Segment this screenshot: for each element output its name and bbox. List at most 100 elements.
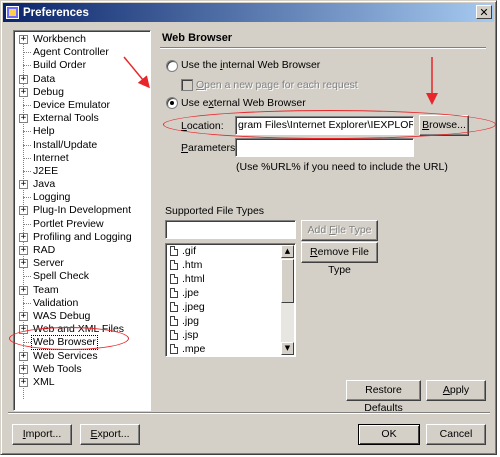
- tree-item-validation[interactable]: Validation: [14, 297, 150, 310]
- parameters-input[interactable]: [235, 138, 414, 157]
- expand-plus-icon[interactable]: +: [19, 377, 28, 387]
- file-type-label: .html: [182, 273, 205, 285]
- file-icon: [170, 302, 178, 312]
- tree-item-data[interactable]: + Data: [14, 73, 150, 86]
- tree-item-label: Portlet Preview: [33, 217, 104, 230]
- tree-item-rad[interactable]: + RAD: [14, 244, 150, 257]
- file-type-label: .mpe: [182, 343, 206, 355]
- tree-item-label: Help: [33, 125, 55, 138]
- page-title: Web Browser: [162, 32, 233, 44]
- tree-item-spell-check[interactable]: Spell Check: [14, 270, 150, 283]
- add-file-type-button[interactable]: Add File Type: [301, 220, 378, 241]
- file-types-items: .gif .htm .html .jpe .jpeg .jpg .jsp .mpe: [166, 244, 295, 356]
- file-type-item[interactable]: .jpeg: [166, 300, 295, 314]
- expand-plus-icon[interactable]: +: [19, 87, 28, 97]
- tree-item-team[interactable]: + Team: [14, 284, 150, 297]
- scroll-down-arrow-icon[interactable]: ▼: [281, 342, 294, 355]
- tree-connector: [23, 104, 31, 106]
- tree-item-debug[interactable]: + Debug: [14, 86, 150, 99]
- tree-item-label: Agent Controller: [33, 46, 109, 59]
- new-file-type-input[interactable]: [165, 220, 296, 239]
- tree-item-profiling-and-logging[interactable]: + Profiling and Logging: [14, 231, 150, 244]
- file-type-item[interactable]: .gif: [166, 244, 295, 258]
- file-icon: [170, 316, 178, 326]
- tree-item-java[interactable]: + Java: [14, 178, 150, 191]
- tree-item-label: Internet: [33, 151, 69, 164]
- tree-item-device-emulator[interactable]: Device Emulator: [14, 99, 150, 112]
- tree-connector: [23, 197, 31, 199]
- expand-plus-icon[interactable]: +: [19, 232, 28, 242]
- external-browser-radio[interactable]: [166, 97, 178, 109]
- remove-file-type-button[interactable]: Remove File Type: [301, 242, 378, 276]
- tree-item-server[interactable]: + Server: [14, 257, 150, 270]
- file-type-item[interactable]: .jpe: [166, 286, 295, 300]
- internal-browser-label[interactable]: Use the internal Web Browser: [181, 59, 320, 71]
- file-type-item[interactable]: .htm: [166, 258, 295, 272]
- tree-connector: [23, 65, 31, 67]
- tree-item-agent-controller[interactable]: Agent Controller: [14, 46, 150, 59]
- tree-item-label: J2EE: [33, 164, 59, 177]
- tree-item-label: Validation: [33, 296, 79, 309]
- url-hint-text: (Use %URL% if you need to include the UR…: [236, 161, 448, 173]
- import-button[interactable]: Import...: [12, 424, 72, 445]
- tree-item-was-debug[interactable]: + WAS Debug: [14, 310, 150, 323]
- export-button[interactable]: Export...: [80, 424, 140, 445]
- tree-item-web-services[interactable]: + Web Services: [14, 350, 150, 363]
- new-page-checkbox[interactable]: [181, 79, 193, 91]
- tree-connector: [23, 52, 31, 54]
- internal-browser-radio[interactable]: [166, 60, 178, 72]
- tree-item-label: Spell Check: [33, 270, 90, 283]
- apply-button[interactable]: Apply: [426, 380, 486, 401]
- tree-item-logging[interactable]: Logging: [14, 191, 150, 204]
- expand-plus-icon[interactable]: +: [19, 74, 28, 84]
- file-type-item[interactable]: .jsp: [166, 328, 295, 342]
- file-types-list[interactable]: .gif .htm .html .jpe .jpeg .jpg .jsp .mpe ▲ ▼: [165, 243, 296, 357]
- tree-item-workbench[interactable]: + Workbench: [14, 33, 150, 46]
- tree-connector: [23, 302, 31, 304]
- tree-item-xml[interactable]: + XML: [14, 376, 150, 389]
- expand-plus-icon[interactable]: +: [19, 246, 28, 255]
- tree-item-install-update[interactable]: Install/Update: [14, 139, 150, 152]
- ok-button[interactable]: OK: [358, 424, 420, 445]
- expand-plus-icon[interactable]: +: [19, 35, 28, 44]
- list-scrollbar[interactable]: ▲ ▼: [281, 245, 294, 355]
- tree-item-j2ee[interactable]: J2EE: [14, 165, 150, 178]
- supported-file-types-label: Supported File Types: [165, 205, 265, 217]
- preferences-app-icon: [6, 6, 19, 19]
- expand-plus-icon[interactable]: +: [19, 180, 28, 190]
- title-bar[interactable]: Preferences ✕: [3, 3, 494, 22]
- tree-item-external-tools[interactable]: + External Tools: [14, 112, 150, 125]
- tree-item-plug-in-development[interactable]: + Plug-In Development: [14, 204, 150, 217]
- expand-plus-icon[interactable]: +: [19, 285, 28, 295]
- tree-item-label: Debug: [33, 85, 64, 98]
- file-type-item[interactable]: .html: [166, 272, 295, 286]
- file-type-item[interactable]: .jpg: [166, 314, 295, 328]
- footer-separator: [8, 412, 490, 414]
- tree-item-label: Build Order: [33, 59, 87, 72]
- restore-defaults-button[interactable]: Restore Defaults: [346, 380, 421, 414]
- tree-item-label: Profiling and Logging: [33, 230, 132, 243]
- file-type-item[interactable]: .mpe: [166, 342, 295, 356]
- tree-item-portlet-preview[interactable]: Portlet Preview: [14, 218, 150, 231]
- tree-item-label: External Tools: [33, 112, 99, 125]
- tree-item-label: Data: [33, 72, 56, 85]
- tree-item-internet[interactable]: Internet: [14, 152, 150, 165]
- file-type-label: .gif: [182, 245, 197, 257]
- tree-item-build-order[interactable]: Build Order: [14, 59, 150, 72]
- preferences-tree[interactable]: + Workbench Agent Controller Build Order + Da…: [13, 30, 151, 411]
- expand-plus-icon[interactable]: +: [19, 311, 28, 321]
- expand-plus-icon[interactable]: +: [19, 206, 28, 216]
- cancel-button[interactable]: Cancel: [426, 424, 486, 445]
- expand-plus-icon[interactable]: +: [19, 114, 28, 124]
- scroll-up-arrow-icon[interactable]: ▲: [281, 245, 294, 258]
- file-type-label: .htm: [182, 259, 203, 271]
- close-button[interactable]: ✕: [476, 5, 492, 19]
- location-highlight-ellipse: [163, 110, 496, 139]
- scroll-thumb[interactable]: [281, 259, 294, 303]
- expand-plus-icon[interactable]: +: [19, 259, 28, 269]
- tree-item-help[interactable]: Help: [14, 125, 150, 138]
- tree-item-web-tools[interactable]: + Web Tools: [14, 363, 150, 376]
- expand-plus-icon[interactable]: +: [19, 351, 28, 361]
- external-browser-label[interactable]: Use external Web Browser: [181, 97, 306, 109]
- expand-plus-icon[interactable]: +: [19, 364, 28, 374]
